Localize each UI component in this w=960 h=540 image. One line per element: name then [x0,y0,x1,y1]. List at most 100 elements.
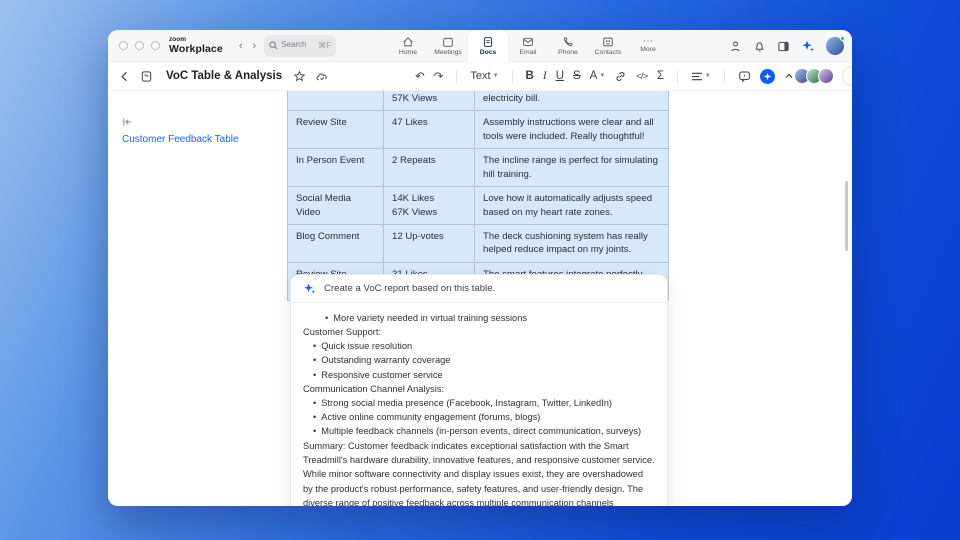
search-placeholder: Search [281,41,305,50]
source-cell[interactable]: Social Media Video [288,187,384,225]
metric-cell[interactable]: 2 Repeats [384,149,475,187]
history-nav: ‹ › [239,30,256,61]
feedback-cell[interactable]: Assembly instructions were clear and all… [475,111,669,149]
minimize-window-button[interactable] [135,41,144,50]
phone-icon [562,36,574,48]
ai-prompt-header: Create a VoC report based on this table. [291,275,667,303]
table-row[interactable]: Social Media Video 14K Likes 67K Views L… [288,187,669,225]
ai-bullet: Multiple feedback channels (in-person ev… [303,424,655,438]
chevron-down-icon: ▼ [599,73,605,79]
nav-tab-meetings[interactable]: Meetings [428,30,468,62]
undo-icon[interactable]: ↶ [415,69,425,83]
comment-icon[interactable] [738,70,751,83]
feedback-cell[interactable]: The incline range is perfect for simulat… [475,149,669,187]
app-header: zoom Workplace ‹ › Search ⌘F Home Meetin… [108,30,852,62]
strikethrough-button[interactable]: S [573,70,581,82]
forward-icon[interactable]: › [252,40,256,52]
logo-workplace-text: Workplace [169,44,223,55]
feedback-cell[interactable]: electricity bill. [475,91,669,111]
formula-button[interactable]: Σ [657,70,664,82]
vertical-scrollbar[interactable] [845,181,848,251]
metric-cell[interactable]: 47 Likes [384,111,475,149]
ai-section-heading: Communication Channel Analysis: [303,382,655,396]
desktop: { "app_header": { "logo_top": "zoom", "l… [0,0,960,540]
ai-prompt-text: Create a VoC report based on this table. [324,283,495,294]
ai-sparkle-icon [303,282,316,295]
ai-bullet: Responsive customer service [303,368,655,382]
align-dropdown[interactable]: ▼ [691,71,711,82]
italic-button[interactable]: I [543,70,547,82]
collaborator-avatars [794,68,834,84]
nav-tab-more[interactable]: ⋯ More [628,30,668,62]
zoom-workplace-window: zoom Workplace ‹ › Search ⌘F Home Meetin… [108,30,852,506]
document-toolbar: VoC Table & Analysis ↶ ↷ Text ▼ B I U S … [108,62,852,91]
bold-button[interactable]: B [526,70,534,82]
underline-button[interactable]: U [556,70,564,82]
metric-cell[interactable]: 57K Views [384,91,475,111]
ai-bullet: Active online community engagement (foru… [303,410,655,424]
ai-generated-content: More variety needed in virtual training … [291,303,667,506]
profile-icon[interactable] [729,40,742,53]
cloud-saved-icon[interactable] [315,70,329,83]
zoom-workplace-logo: zoom Workplace [169,30,223,61]
link-icon[interactable] [614,70,627,83]
sidebar-item-customer-feedback-table[interactable]: Customer Feedback Table [122,134,282,145]
header-right-actions [729,30,844,62]
customer-feedback-table: 57K Views electricity bill. Review Site … [287,91,669,301]
chevron-down-icon: ▼ [493,73,499,79]
close-window-button[interactable] [119,41,128,50]
source-cell[interactable] [288,91,384,111]
redo-icon[interactable]: ↷ [434,69,444,83]
ai-companion-panel: Create a VoC report based on this table.… [290,274,668,506]
docs-icon [482,36,494,48]
document-body: Customer Feedback Table 57K Views electr… [108,91,852,506]
table-row[interactable]: In Person Event 2 Repeats The incline ra… [288,149,669,187]
metric-cell[interactable]: 14K Likes 67K Views [384,187,475,225]
user-avatar[interactable] [826,37,844,55]
table-row[interactable]: 57K Views electricity bill. [288,91,669,111]
nav-tab-home[interactable]: Home [388,30,428,62]
ai-bullet: Quick issue resolution [303,339,655,353]
ai-bullet: More variety needed in virtual training … [303,311,655,325]
maximize-window-button[interactable] [151,41,160,50]
ai-bullet: Outstanding warranty coverage [303,353,655,367]
presence-status-dot [840,36,845,41]
favorite-star-icon[interactable] [293,70,306,83]
source-cell[interactable]: Review Site [288,111,384,149]
table-row[interactable]: Review Site 47 Likes Assembly instructio… [288,111,669,149]
nav-tab-docs[interactable]: Docs [468,30,508,62]
code-button[interactable]: </> [636,71,648,81]
share-button[interactable]: Share [842,66,852,86]
collaborator-avatar[interactable] [818,68,834,84]
doc-back-icon[interactable] [118,70,131,83]
main-nav: Home Meetings Docs Email Phone Contacts [388,30,668,62]
source-cell[interactable]: In Person Event [288,149,384,187]
feedback-cell[interactable]: Love how it automatically adjusts speed … [475,187,669,225]
collapse-sidebar-icon[interactable] [122,117,282,127]
more-icon: ⋯ [643,39,653,45]
metric-cell[interactable]: 12 Up-votes [384,224,475,262]
ai-companion-icon[interactable] [801,39,815,53]
chevron-down-icon: ▼ [705,73,711,79]
source-cell[interactable]: Blog Comment [288,224,384,262]
window-controls [108,30,169,61]
notifications-bell-icon[interactable] [753,40,766,53]
table-row[interactable]: Blog Comment 12 Up-votes The deck cushio… [288,224,669,262]
nav-tab-email[interactable]: Email [508,30,548,62]
text-color-dropdown[interactable]: A ▼ [590,70,606,82]
back-icon[interactable]: ‹ [239,40,243,52]
ai-companion-button[interactable] [760,69,775,84]
ai-section-heading: Customer Support: [303,325,655,339]
contacts-icon [602,36,614,48]
text-style-dropdown[interactable]: Text ▼ [470,70,498,82]
global-search-input[interactable]: Search ⌘F [264,35,336,57]
feedback-cell[interactable]: The deck cushioning system has really he… [475,224,669,262]
nav-tab-contacts[interactable]: Contacts [588,30,628,62]
nav-tab-phone[interactable]: Phone [548,30,588,62]
ai-summary-paragraph: Summary: Customer feedback indicates exc… [303,439,655,506]
collapse-toolbar-icon[interactable] [784,72,794,80]
document-icon[interactable] [140,70,153,83]
side-panel-toggle-icon[interactable] [777,40,790,53]
document-title: VoC Table & Analysis [166,70,282,82]
search-icon [269,41,278,50]
